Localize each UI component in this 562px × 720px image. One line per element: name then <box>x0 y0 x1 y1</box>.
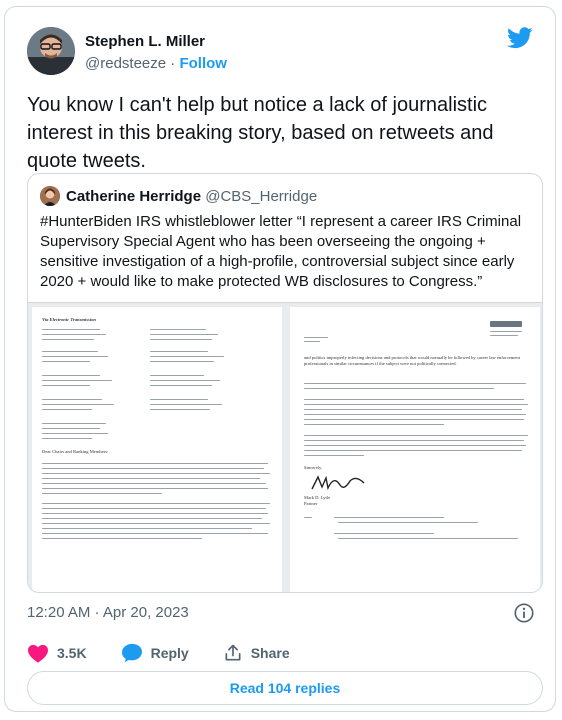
letter-transmission-line: Via Electronic Transmission <box>42 317 96 322</box>
like-button[interactable]: 3.5K <box>27 643 87 663</box>
letter-page-1[interactable]: Via Electronic Transmission Dear Chairs … <box>32 307 282 592</box>
author-avatar-image <box>27 27 75 75</box>
quoted-author-avatar <box>40 186 60 206</box>
quoted-author-name: Catherine Herridge <box>66 188 202 205</box>
follow-button[interactable]: Follow <box>179 55 227 72</box>
tweet-timestamp[interactable]: 12:20 AM · Apr 20, 2023 <box>27 604 189 621</box>
read-replies-button[interactable]: Read 104 replies <box>27 671 543 705</box>
tweet-actions: 3.5K Reply Share <box>27 641 324 665</box>
letter-salutation: Dear Chairs and Ranking Members: <box>42 449 109 454</box>
letter-sign-off: Sincerely, <box>304 465 323 470</box>
signature-image <box>311 475 365 491</box>
reply-label: Reply <box>150 645 189 661</box>
author-avatar[interactable] <box>27 27 75 75</box>
like-count: 3.5K <box>57 645 87 661</box>
quoted-avatar-image <box>40 186 60 206</box>
tweet-card: Stephen L. Miller @redsteeze · Follow Yo… <box>4 6 556 712</box>
tweet-text: You know I can't help but notice a lack … <box>27 94 494 172</box>
quoted-author-handle: @CBS_Herridge <box>205 188 318 205</box>
twitter-logo-icon[interactable] <box>507 27 533 49</box>
reply-icon <box>121 643 142 663</box>
quoted-author: Catherine Herridge @CBS_Herridge <box>66 188 317 205</box>
share-button[interactable]: Share <box>223 643 290 663</box>
letter-signer-title: Partner <box>304 501 318 506</box>
reply-button[interactable]: Reply <box>121 643 189 663</box>
author-name[interactable]: Stephen L. Miller <box>85 33 205 50</box>
quoted-tweet[interactable]: Catherine Herridge @CBS_Herridge #Hunter… <box>27 173 543 593</box>
quoted-media[interactable]: Via Electronic Transmission Dear Chairs … <box>28 302 542 592</box>
share-label: Share <box>250 645 290 661</box>
author-handle-row: @redsteeze · Follow <box>85 55 227 72</box>
heart-icon <box>28 644 48 663</box>
info-icon[interactable] <box>513 602 535 624</box>
handle-separator: · <box>170 55 176 72</box>
author-handle[interactable]: @redsteeze <box>85 55 166 72</box>
share-icon <box>225 644 241 661</box>
quoted-tweet-text: #HunterBiden IRS whistleblower letter “I… <box>40 213 522 290</box>
letter-page2-opening: and politics improperly infecting decisi… <box>304 355 520 366</box>
letter-signer-name: Mark D. Lytle <box>304 495 331 500</box>
letter-page-2[interactable]: and politics improperly infecting decisi… <box>290 307 540 592</box>
